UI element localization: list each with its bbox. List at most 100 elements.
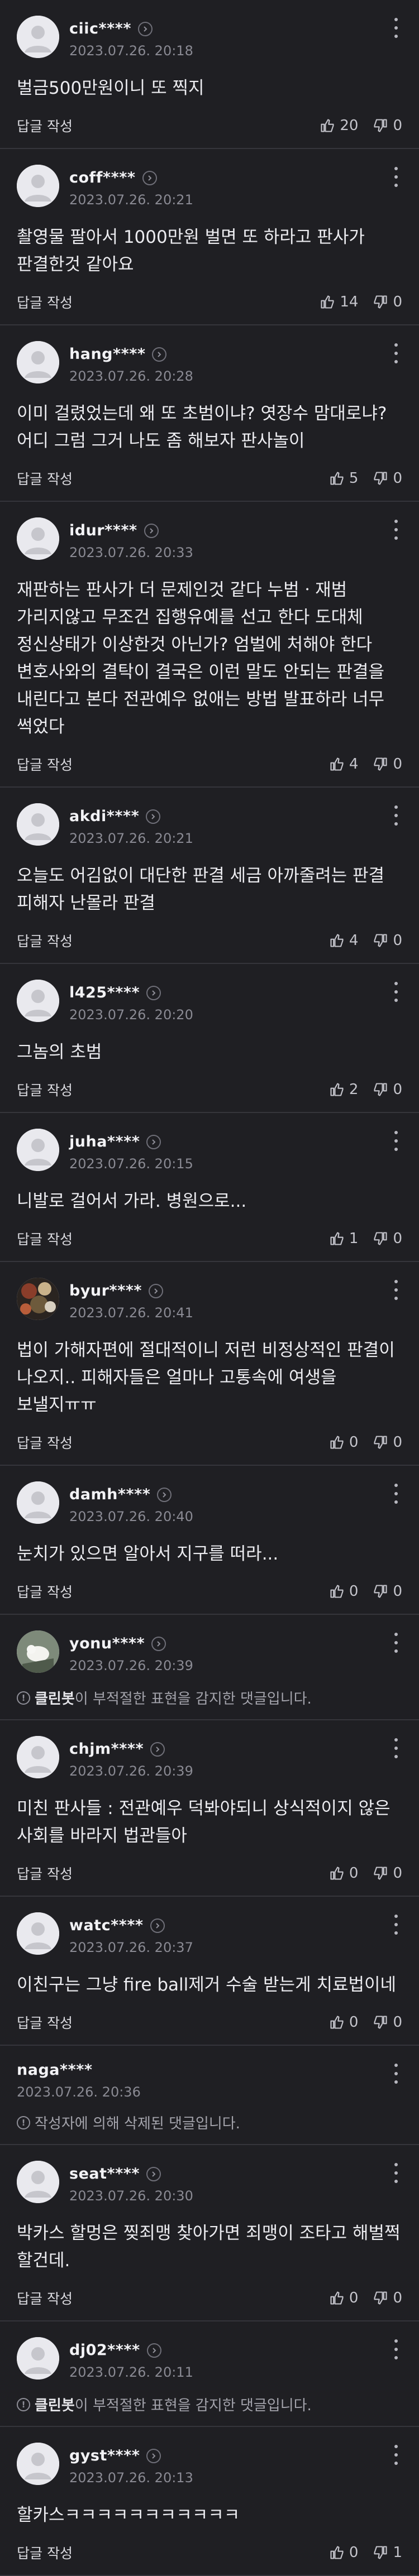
like-button[interactable]: 0 xyxy=(329,2014,358,2031)
reply-button[interactable]: 답글 작성 xyxy=(17,116,73,136)
username[interactable]: chjm**** xyxy=(69,1740,144,1758)
username[interactable]: naga**** xyxy=(17,2061,92,2079)
avatar[interactable] xyxy=(17,165,59,207)
like-button[interactable]: 0 xyxy=(329,2290,358,2306)
username[interactable]: seat**** xyxy=(69,2165,140,2182)
profile-chevron-icon[interactable] xyxy=(157,1487,172,1502)
more-vertical-icon[interactable] xyxy=(388,1912,404,1937)
avatar[interactable] xyxy=(17,2161,59,2203)
more-vertical-icon[interactable] xyxy=(388,803,404,828)
avatar[interactable] xyxy=(17,16,59,58)
profile-chevron-icon[interactable] xyxy=(146,2166,161,2181)
username[interactable]: l425**** xyxy=(69,984,140,1001)
dislike-button[interactable]: 0 xyxy=(373,756,402,773)
like-button[interactable]: 0 xyxy=(329,1434,358,1451)
profile-chevron-icon[interactable] xyxy=(138,21,153,36)
more-vertical-icon[interactable] xyxy=(388,16,404,40)
reply-button[interactable]: 답글 작성 xyxy=(17,1080,73,1100)
profile-chevron-icon[interactable] xyxy=(152,347,167,362)
dislike-button[interactable]: 0 xyxy=(373,1230,402,1247)
profile-chevron-icon[interactable] xyxy=(144,523,159,538)
reply-button[interactable]: 답글 작성 xyxy=(17,468,73,488)
avatar[interactable] xyxy=(17,1630,59,1673)
dislike-button[interactable]: 0 xyxy=(373,1081,402,1098)
username[interactable]: damh**** xyxy=(69,1486,150,1503)
dislike-button[interactable]: 0 xyxy=(373,1434,402,1451)
like-button[interactable]: 1 xyxy=(329,1230,358,1247)
avatar[interactable] xyxy=(17,2337,59,2380)
more-vertical-icon[interactable] xyxy=(388,1481,404,1506)
avatar[interactable] xyxy=(17,517,59,560)
like-button[interactable]: 4 xyxy=(329,932,358,949)
username[interactable]: idur**** xyxy=(69,522,137,539)
reply-button[interactable]: 답글 작성 xyxy=(17,930,73,951)
reply-button[interactable]: 답글 작성 xyxy=(17,2012,73,2032)
username[interactable]: akdi**** xyxy=(69,808,139,825)
profile-chevron-icon[interactable] xyxy=(151,1636,166,1651)
more-vertical-icon[interactable] xyxy=(388,2161,404,2185)
dislike-button[interactable]: 1 xyxy=(373,2544,402,2561)
profile-chevron-icon[interactable] xyxy=(146,2343,161,2358)
avatar[interactable] xyxy=(17,1912,59,1955)
dislike-button[interactable]: 0 xyxy=(373,1865,402,1882)
more-vertical-icon[interactable] xyxy=(388,165,404,189)
avatar[interactable] xyxy=(17,1129,59,1171)
avatar[interactable] xyxy=(17,2443,59,2485)
dislike-button[interactable]: 0 xyxy=(373,117,402,134)
avatar[interactable] xyxy=(17,803,59,846)
more-vertical-icon[interactable] xyxy=(388,1630,404,1655)
dislike-button[interactable]: 0 xyxy=(373,2290,402,2306)
reply-button[interactable]: 답글 작성 xyxy=(17,1229,73,1249)
more-vertical-icon[interactable] xyxy=(388,517,404,542)
username[interactable]: coff**** xyxy=(69,169,136,186)
more-vertical-icon[interactable] xyxy=(388,2337,404,2362)
username[interactable]: gyst**** xyxy=(69,2447,140,2464)
avatar[interactable] xyxy=(17,1736,59,1778)
reply-button[interactable]: 답글 작성 xyxy=(17,2288,73,2308)
reply-button[interactable]: 답글 작성 xyxy=(17,2543,73,2563)
like-button[interactable]: 20 xyxy=(320,117,358,134)
profile-chevron-icon[interactable] xyxy=(150,1742,165,1757)
reply-button[interactable]: 답글 작성 xyxy=(17,1581,73,1601)
username[interactable]: yonu**** xyxy=(69,1635,145,1652)
more-vertical-icon[interactable] xyxy=(388,2061,404,2086)
more-vertical-icon[interactable] xyxy=(388,1129,404,1153)
avatar[interactable] xyxy=(17,1278,59,1320)
dislike-button[interactable]: 0 xyxy=(373,294,402,310)
profile-chevron-icon[interactable] xyxy=(146,2448,161,2463)
avatar[interactable] xyxy=(17,980,59,1022)
dislike-button[interactable]: 0 xyxy=(373,1583,402,1600)
more-vertical-icon[interactable] xyxy=(388,1278,404,1302)
more-vertical-icon[interactable] xyxy=(388,341,404,366)
reply-button[interactable]: 답글 작성 xyxy=(17,1863,73,1883)
like-button[interactable]: 0 xyxy=(329,2544,358,2561)
reply-button[interactable]: 답글 작성 xyxy=(17,1432,73,1452)
like-button[interactable]: 0 xyxy=(329,1583,358,1600)
profile-chevron-icon[interactable] xyxy=(146,1134,161,1149)
avatar[interactable] xyxy=(17,341,59,383)
dislike-button[interactable]: 0 xyxy=(373,932,402,949)
profile-chevron-icon[interactable] xyxy=(148,1283,163,1298)
username[interactable]: hang**** xyxy=(69,346,145,363)
like-button[interactable]: 5 xyxy=(329,470,358,487)
like-button[interactable]: 2 xyxy=(329,1081,358,1098)
reply-button[interactable]: 답글 작성 xyxy=(17,754,73,774)
username[interactable]: juha**** xyxy=(69,1133,140,1150)
username[interactable]: dj02**** xyxy=(69,2342,140,2359)
profile-chevron-icon[interactable] xyxy=(142,170,157,185)
avatar[interactable] xyxy=(17,1481,59,1524)
like-button[interactable]: 4 xyxy=(329,756,358,773)
reply-button[interactable]: 답글 작성 xyxy=(17,292,73,312)
like-button[interactable]: 14 xyxy=(320,294,358,310)
profile-chevron-icon[interactable] xyxy=(146,985,161,1000)
more-vertical-icon[interactable] xyxy=(388,1736,404,1760)
username[interactable]: ciic**** xyxy=(69,20,131,37)
profile-chevron-icon[interactable] xyxy=(146,809,161,824)
like-button[interactable]: 0 xyxy=(329,1865,358,1882)
username[interactable]: watc**** xyxy=(69,1917,144,1934)
more-vertical-icon[interactable] xyxy=(388,980,404,1004)
dislike-button[interactable]: 0 xyxy=(373,470,402,487)
dislike-button[interactable]: 0 xyxy=(373,2014,402,2031)
profile-chevron-icon[interactable] xyxy=(150,1918,165,1933)
more-vertical-icon[interactable] xyxy=(388,2443,404,2467)
